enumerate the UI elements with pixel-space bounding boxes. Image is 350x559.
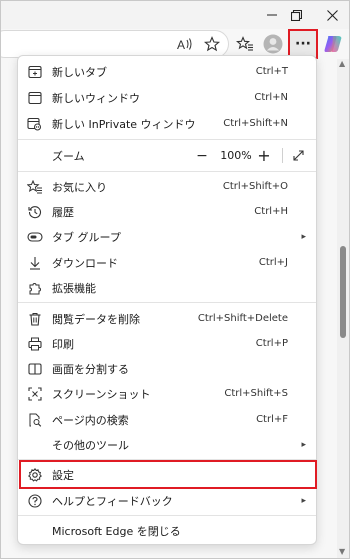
menu-item-label: 設定	[52, 468, 74, 482]
title-bar	[1, 1, 349, 29]
trash-icon	[26, 310, 44, 328]
menu-item-shortcut: Ctrl+P	[255, 338, 288, 349]
menu-item-clear-browsing-data[interactable]: 閲覧データを削除 Ctrl+Shift+Delete	[18, 306, 316, 331]
menu-item-label: その他のツール	[52, 438, 129, 452]
menu-item-label: Microsoft Edge を閉じる	[52, 524, 181, 538]
read-aloud-icon[interactable]: A	[175, 33, 197, 55]
menu-item-zoom: ズーム − 100% +	[18, 143, 316, 168]
more-dots-icon: ···	[295, 36, 311, 52]
zoom-divider	[282, 148, 283, 163]
favorites-icon	[26, 178, 44, 196]
menu-item-shortcut: Ctrl+Shift+O	[222, 181, 288, 192]
browser-window: A ··· ▲ ▼ 新しいタブ Ctrl+T 新しいウィンドウ Ctrl+N 新…	[0, 0, 350, 559]
menu-item-label: ヘルプとフィードバック	[52, 494, 173, 508]
fullscreen-expand-icon[interactable]	[290, 148, 306, 164]
zoom-level-value: 100%	[220, 149, 252, 162]
menu-item-find-in-page[interactable]: ページ内の検索 Ctrl+F	[18, 407, 316, 432]
copilot-icon[interactable]	[322, 33, 344, 55]
menu-item-label: 閲覧データを削除	[52, 312, 140, 326]
menu-item-shortcut: Ctrl+Shift+S	[224, 388, 288, 399]
menu-item-label: 画面を分割する	[52, 362, 129, 376]
new-tab-icon	[26, 63, 44, 81]
menu-item-favorites[interactable]: お気に入り Ctrl+Shift+O	[18, 174, 316, 199]
menu-item-downloads[interactable]: ダウンロード Ctrl+J	[18, 250, 316, 275]
extensions-icon	[26, 279, 44, 297]
menu-item-label: スクリーンショット	[52, 387, 151, 401]
menu-item-help-and-feedback[interactable]: ヘルプとフィードバック ▸	[18, 488, 316, 513]
menu-item-shortcut: Ctrl+J	[258, 257, 288, 268]
menu-item-shortcut: Ctrl+T	[255, 66, 288, 77]
print-icon	[26, 335, 44, 353]
submenu-arrow-icon: ▸	[301, 439, 306, 450]
new-window-icon	[26, 89, 44, 107]
submenu-arrow-icon: ▸	[301, 495, 306, 506]
menu-separator	[18, 515, 316, 516]
menu-item-shortcut: Ctrl+Shift+N	[223, 118, 288, 129]
menu-item-label: 新しいウィンドウ	[52, 91, 140, 105]
zoom-label: ズーム	[52, 149, 85, 163]
menu-item-print[interactable]: 印刷 Ctrl+P	[18, 331, 316, 356]
menu-item-settings[interactable]: 設定	[18, 462, 316, 487]
menu-item-new-window[interactable]: 新しいウィンドウ Ctrl+N	[18, 85, 316, 110]
restore-icon	[290, 9, 302, 21]
page-scrollbar-thumb[interactable]	[340, 246, 346, 338]
menu-item-label: 印刷	[52, 337, 74, 351]
favorites-list-icon[interactable]	[234, 33, 256, 55]
menu-item-label: 履歴	[52, 205, 74, 219]
help-icon	[26, 492, 44, 510]
scroll-down-arrow-icon[interactable]: ▼	[339, 547, 345, 556]
screenshot-icon	[26, 385, 44, 403]
menu-item-close-edge[interactable]: Microsoft Edge を閉じる	[18, 518, 316, 543]
profile-avatar-icon[interactable]	[262, 33, 284, 55]
find-in-page-icon	[26, 411, 44, 429]
settings-gear-icon	[26, 466, 44, 484]
menu-separator	[18, 302, 316, 303]
menu-item-shortcut: Ctrl+Shift+Delete	[197, 313, 288, 324]
restore-button[interactable]	[279, 1, 313, 29]
split-screen-icon	[26, 360, 44, 378]
svg-text:A: A	[177, 38, 185, 51]
menu-item-new-tab[interactable]: 新しいタブ Ctrl+T	[18, 59, 316, 84]
zoom-out-button[interactable]: −	[194, 148, 210, 164]
menu-item-shortcut: Ctrl+F	[256, 414, 288, 425]
zoom-in-button[interactable]: +	[256, 146, 272, 165]
menu-item-label: ページ内の検索	[52, 413, 129, 427]
menu-item-shortcut: Ctrl+N	[254, 92, 288, 103]
menu-item-history[interactable]: 履歴 Ctrl+H	[18, 199, 316, 224]
history-icon	[26, 203, 44, 221]
menu-item-label: タブ グループ	[52, 230, 121, 244]
close-window-button[interactable]	[315, 1, 349, 29]
menu-item-split-screen[interactable]: 画面を分割する	[18, 356, 316, 381]
menu-item-shortcut: Ctrl+H	[254, 206, 288, 217]
inprivate-window-icon	[26, 115, 44, 133]
menu-item-screenshot[interactable]: スクリーンショット Ctrl+Shift+S	[18, 381, 316, 406]
tab-groups-icon	[26, 228, 44, 246]
menu-item-label: 新しいタブ	[52, 65, 107, 79]
scroll-up-arrow-icon[interactable]: ▲	[339, 59, 345, 68]
download-icon	[26, 254, 44, 272]
menu-separator	[18, 171, 316, 172]
settings-and-more-menu: 新しいタブ Ctrl+T 新しいウィンドウ Ctrl+N 新しい InPriva…	[17, 55, 317, 545]
menu-item-new-inprivate-window[interactable]: 新しい InPrivate ウィンドウ Ctrl+Shift+N	[18, 111, 316, 136]
menu-separator	[18, 139, 316, 140]
menu-item-label: ダウンロード	[52, 256, 118, 270]
menu-item-label: お気に入り	[52, 180, 107, 194]
close-icon	[326, 9, 338, 21]
add-favorite-star-icon[interactable]	[201, 33, 223, 55]
menu-item-label: 新しい InPrivate ウィンドウ	[52, 117, 196, 131]
minimize-icon	[267, 14, 277, 16]
submenu-arrow-icon: ▸	[301, 231, 306, 242]
menu-item-label: 拡張機能	[52, 281, 96, 295]
menu-item-extensions[interactable]: 拡張機能	[18, 275, 316, 300]
menu-item-tab-groups[interactable]: タブ グループ ▸	[18, 224, 316, 249]
menu-item-more-tools[interactable]: その他のツール ▸	[18, 432, 316, 457]
